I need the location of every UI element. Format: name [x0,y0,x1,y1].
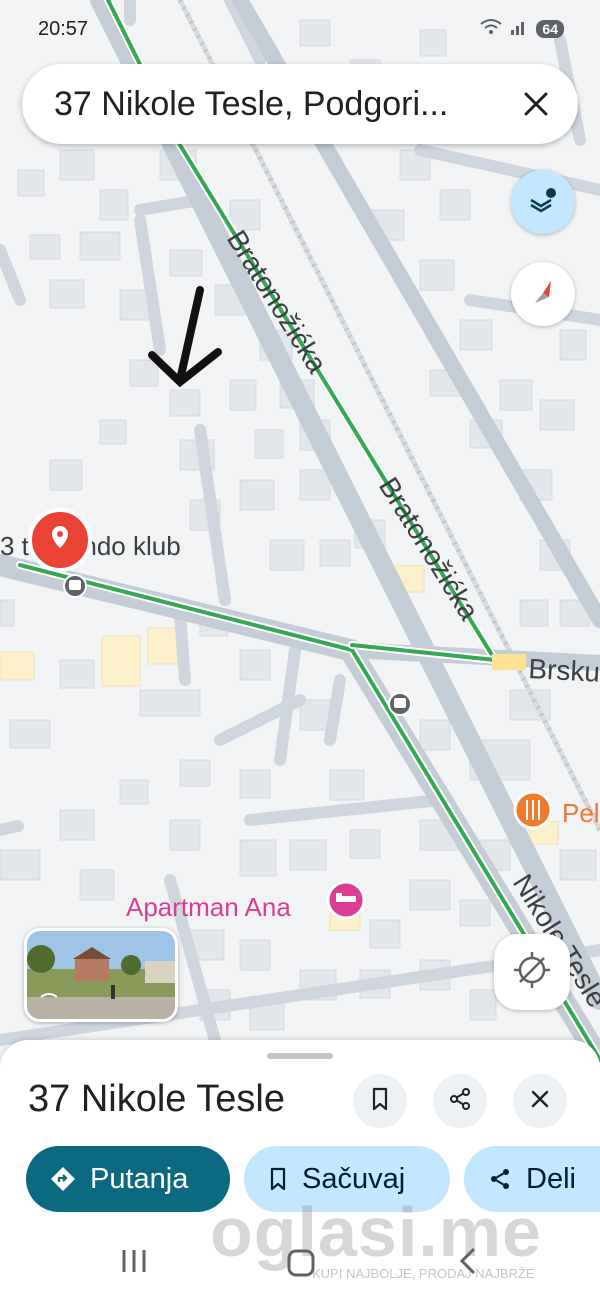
compass-button[interactable] [511,262,575,326]
compass-icon [528,277,558,312]
status-time: 20:57 [38,18,89,40]
share-icon-button[interactable] [433,1074,487,1128]
share-label: Deli [526,1162,576,1195]
bus-stop-icon[interactable] [63,574,87,598]
recents-icon[interactable] [120,1246,148,1281]
search-bar[interactable]: 37 Nikole Tesle, Podgori... [22,64,578,144]
home-icon[interactable] [286,1248,316,1283]
close-icon [530,1089,550,1114]
restaurant-icon[interactable] [513,790,553,830]
save-icon-button[interactable] [353,1074,407,1128]
close-icon[interactable] [506,74,566,134]
signal-icon [510,19,528,38]
hotel-icon[interactable] [326,880,366,920]
location-disabled-icon [512,950,552,995]
layers-icon [527,184,559,221]
place-label-restaurant[interactable]: Pel [562,798,600,828]
wifi-icon [480,18,503,39]
close-sheet-button[interactable] [513,1074,567,1128]
place-label-apartment[interactable]: Apartman Ana [126,892,291,922]
save-label: Sačuvaj [302,1162,406,1195]
battery-indicator: 64 [536,19,564,38]
directions-label: Putanja [90,1162,189,1195]
street-label-brsku: Brsku [528,653,600,688]
system-nav-bar [0,1226,600,1300]
my-location-button[interactable] [494,934,570,1010]
status-icons: 64 [480,18,564,39]
share-icon [448,1087,472,1116]
share-icon [491,1169,509,1189]
search-query[interactable]: 37 Nikole Tesle, Podgori... [54,85,506,124]
drag-handle[interactable] [267,1053,333,1059]
bus-stop-icon[interactable] [388,692,412,716]
location-pin-icon[interactable] [28,508,92,572]
streetview-thumbnail[interactable] [24,928,178,1022]
directions-icon [51,1167,75,1191]
back-icon[interactable] [456,1246,480,1281]
layers-button[interactable] [511,170,575,234]
bookmark-icon [370,1087,390,1116]
bookmark-icon [270,1167,286,1191]
place-title: 37 Nikole Tesle [28,1078,286,1120]
directions-button[interactable]: Putanja [26,1146,230,1212]
